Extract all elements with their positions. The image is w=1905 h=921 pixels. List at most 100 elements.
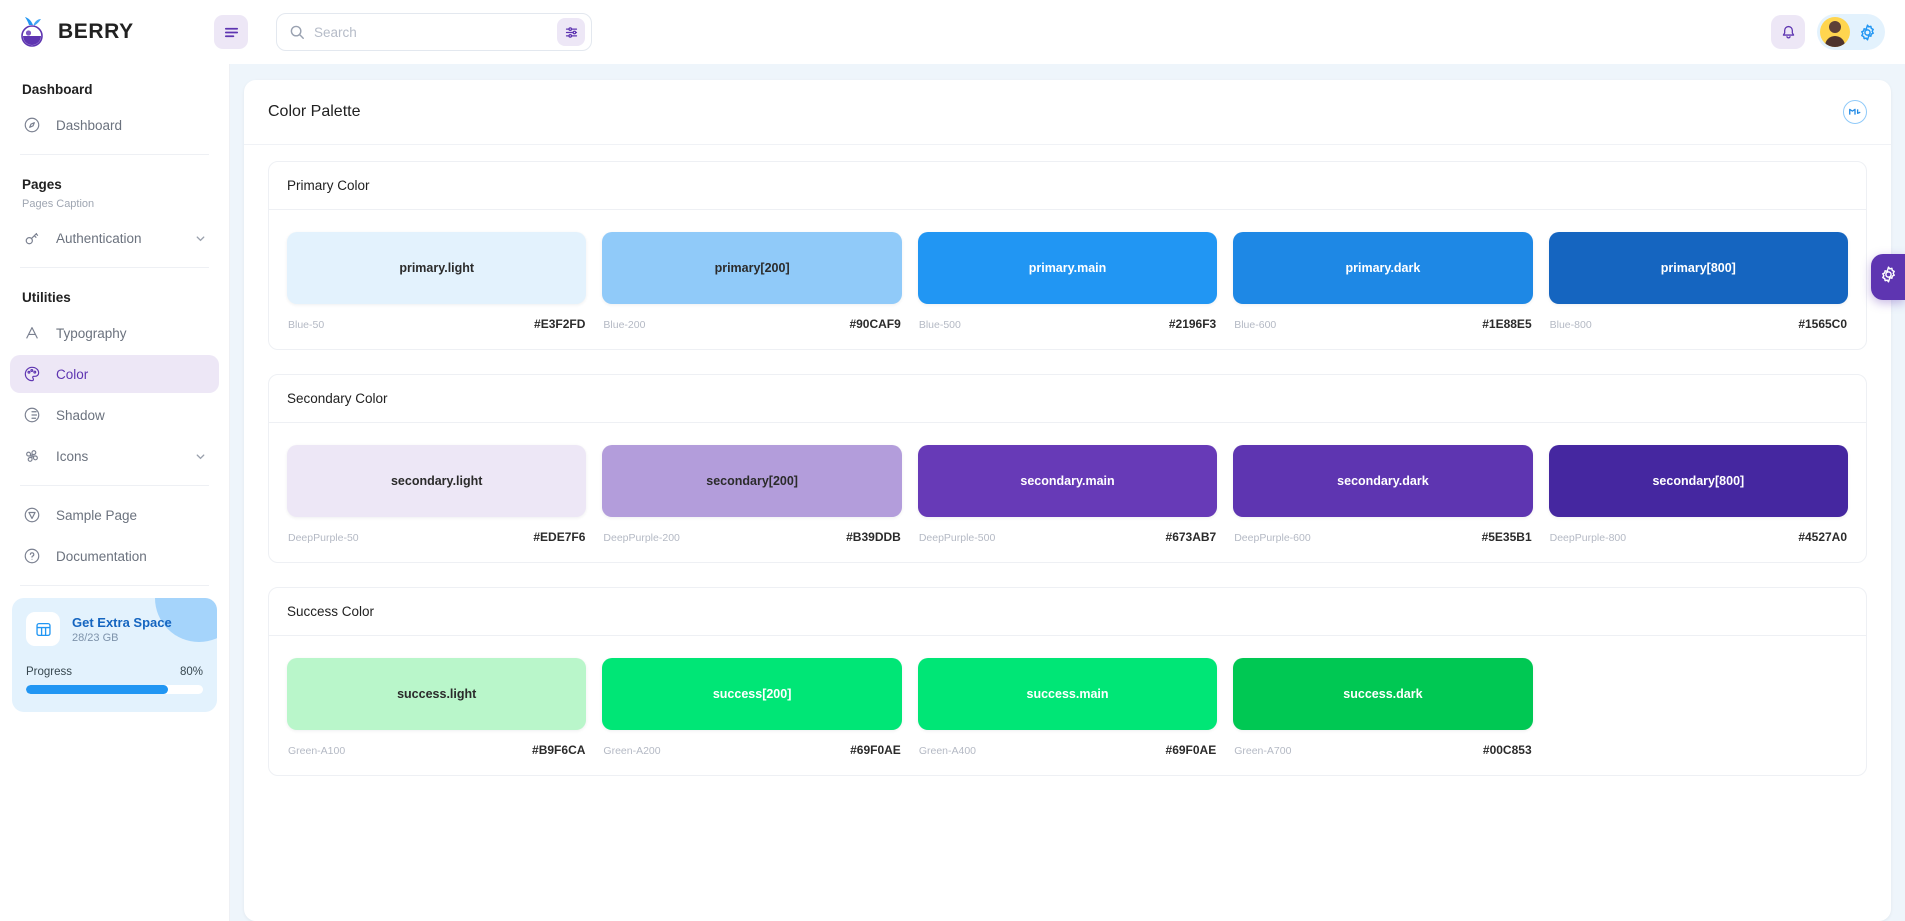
topbar-actions <box>1771 14 1885 50</box>
sidebar-item-authentication[interactable]: Authentication <box>10 219 219 257</box>
upgrade-card-title: Get Extra Space <box>72 615 172 630</box>
sidebar-item-label: Color <box>56 367 88 382</box>
swatch-meta: DeepPurple-200 #B39DDB <box>602 530 901 544</box>
sidebar-divider <box>20 154 209 155</box>
swatch-meta: Blue-50 #E3F2FD <box>287 317 586 331</box>
swatch-item[interactable]: success.dark Green-A700 #00C853 <box>1233 658 1532 757</box>
color-swatch[interactable]: primary.light <box>287 232 586 304</box>
swatch-item[interactable]: primary.dark Blue-600 #1E88E5 <box>1233 232 1532 331</box>
avatar <box>1820 17 1850 47</box>
sidebar-caption-dashboard: Dashboard <box>0 70 229 103</box>
gear-icon[interactable] <box>1858 23 1877 42</box>
filter-sliders-icon[interactable] <box>557 18 585 46</box>
progress-row: Progress 80% <box>26 666 203 678</box>
color-swatch[interactable]: success.main <box>918 658 1217 730</box>
sidebar-item-color[interactable]: Color <box>10 355 219 393</box>
upgrade-card-texts: Get Extra Space 28/23 GB <box>72 615 172 644</box>
sidebar-item-label: Documentation <box>56 549 147 564</box>
sidebar-item-label: Sample Page <box>56 508 137 523</box>
section-title: Secondary Color <box>269 375 1866 423</box>
section-title: Primary Color <box>269 162 1866 210</box>
swatch-item[interactable]: success[200] Green-A200 #69F0AE <box>602 658 901 757</box>
profile-chip[interactable] <box>1817 14 1885 50</box>
swatch-meta: Green-A100 #B9F6CA <box>287 743 586 757</box>
upgrade-card-subtitle: 28/23 GB <box>72 632 172 644</box>
sidebar-item-label: Icons <box>56 449 88 464</box>
chevron-down-icon[interactable] <box>194 450 207 463</box>
color-swatch[interactable]: primary[200] <box>602 232 901 304</box>
mui-logo-icon[interactable] <box>1843 100 1867 124</box>
swatch-item[interactable]: primary[200] Blue-200 #90CAF9 <box>602 232 901 331</box>
sidebar-group-dashboard: Dashboard Dashboard <box>0 70 229 144</box>
question-circle-icon <box>22 546 42 566</box>
bell-icon[interactable] <box>1771 15 1805 49</box>
key-icon <box>22 228 42 248</box>
swatch-item[interactable]: primary[800] Blue-800 #1565C0 <box>1549 232 1848 331</box>
app-shell: Dashboard Dashboard Pages Pages Caption <box>0 64 1905 921</box>
progress-bar <box>26 685 203 694</box>
swatch-name: Blue-800 <box>1550 319 1592 331</box>
color-swatch[interactable]: secondary.dark <box>1233 445 1532 517</box>
swatch-item[interactable]: secondary.main DeepPurple-500 #673AB7 <box>918 445 1217 544</box>
theme-settings-button[interactable] <box>1871 254 1905 300</box>
sidebar-item-icons[interactable]: Icons <box>10 437 219 475</box>
sidebar-item-typography[interactable]: Typography <box>10 314 219 352</box>
sample-page-icon <box>22 505 42 525</box>
swatch-hex: #69F0AE <box>850 743 901 757</box>
swatch-name: Green-A200 <box>603 745 660 757</box>
swatch-meta: DeepPurple-500 #673AB7 <box>918 530 1217 544</box>
swatch-hex: #2196F3 <box>1169 317 1216 331</box>
brand[interactable]: BERRY <box>0 16 230 48</box>
color-swatch[interactable]: primary.dark <box>1233 232 1532 304</box>
sidebar-divider <box>20 267 209 268</box>
progress-value: 80% <box>180 666 203 678</box>
swatch-meta: DeepPurple-50 #EDE7F6 <box>287 530 586 544</box>
search-bar[interactable] <box>276 13 592 51</box>
color-swatch[interactable]: secondary.main <box>918 445 1217 517</box>
swatch-item[interactable]: secondary.light DeepPurple-50 #EDE7F6 <box>287 445 586 544</box>
swatch-item[interactable]: success.light Green-A100 #B9F6CA <box>287 658 586 757</box>
color-swatch[interactable]: success[200] <box>602 658 901 730</box>
section-secondary-color: Secondary Color secondary.light DeepPurp… <box>268 374 1867 563</box>
upgrade-card-header: Get Extra Space 28/23 GB <box>26 612 203 646</box>
hamburger-menu-icon[interactable] <box>214 15 248 49</box>
sidebar-item-label: Typography <box>56 326 127 341</box>
icons-windmill-icon <box>22 446 42 466</box>
color-swatch[interactable]: primary.main <box>918 232 1217 304</box>
section-primary-color: Primary Color primary.light Blue-50 #E3F… <box>268 161 1867 350</box>
swatch-name: Blue-50 <box>288 319 324 331</box>
sidebar-divider <box>20 485 209 486</box>
storage-table-icon <box>26 612 60 646</box>
chevron-down-icon[interactable] <box>194 232 207 245</box>
color-swatch[interactable]: secondary[800] <box>1549 445 1848 517</box>
sidebar-item-dashboard[interactable]: Dashboard <box>10 106 219 144</box>
swatch-meta: DeepPurple-800 #4527A0 <box>1549 530 1848 544</box>
swatch-hex: #1565C0 <box>1798 317 1847 331</box>
color-swatch[interactable]: success.light <box>287 658 586 730</box>
swatch-hex: #00C853 <box>1483 743 1532 757</box>
sidebar-item-documentation[interactable]: Documentation <box>10 537 219 575</box>
swatch-item[interactable]: success.main Green-A400 #69F0AE <box>918 658 1217 757</box>
color-swatch[interactable]: primary[800] <box>1549 232 1848 304</box>
sidebar-caption-pages: Pages <box>0 165 229 198</box>
swatch-item[interactable]: secondary[800] DeepPurple-800 #4527A0 <box>1549 445 1848 544</box>
swatch-item[interactable]: primary.light Blue-50 #E3F2FD <box>287 232 586 331</box>
color-swatch[interactable]: success.dark <box>1233 658 1532 730</box>
sidebar-item-label: Dashboard <box>56 118 122 133</box>
main-content: Color Palette Primary Color primary.ligh… <box>230 64 1905 921</box>
sidebar-item-shadow[interactable]: Shadow <box>10 396 219 434</box>
swatch-hex: #B9F6CA <box>532 743 585 757</box>
swatch-item[interactable]: secondary[200] DeepPurple-200 #B39DDB <box>602 445 901 544</box>
color-swatch[interactable]: secondary.light <box>287 445 586 517</box>
swatch-name: DeepPurple-800 <box>1550 532 1626 544</box>
get-extra-space-card[interactable]: Get Extra Space 28/23 GB Progress 80% <box>12 598 217 712</box>
palette-sections: Primary Color primary.light Blue-50 #E3F… <box>244 145 1891 921</box>
color-palette-icon <box>22 364 42 384</box>
section-title: Success Color <box>269 588 1866 636</box>
swatch-item[interactable]: secondary.dark DeepPurple-600 #5E35B1 <box>1233 445 1532 544</box>
swatch-item[interactable]: primary.main Blue-500 #2196F3 <box>918 232 1217 331</box>
swatch-name: Green-A400 <box>919 745 976 757</box>
search-input[interactable] <box>305 25 557 40</box>
color-swatch[interactable]: secondary[200] <box>602 445 901 517</box>
sidebar-item-sample-page[interactable]: Sample Page <box>10 496 219 534</box>
